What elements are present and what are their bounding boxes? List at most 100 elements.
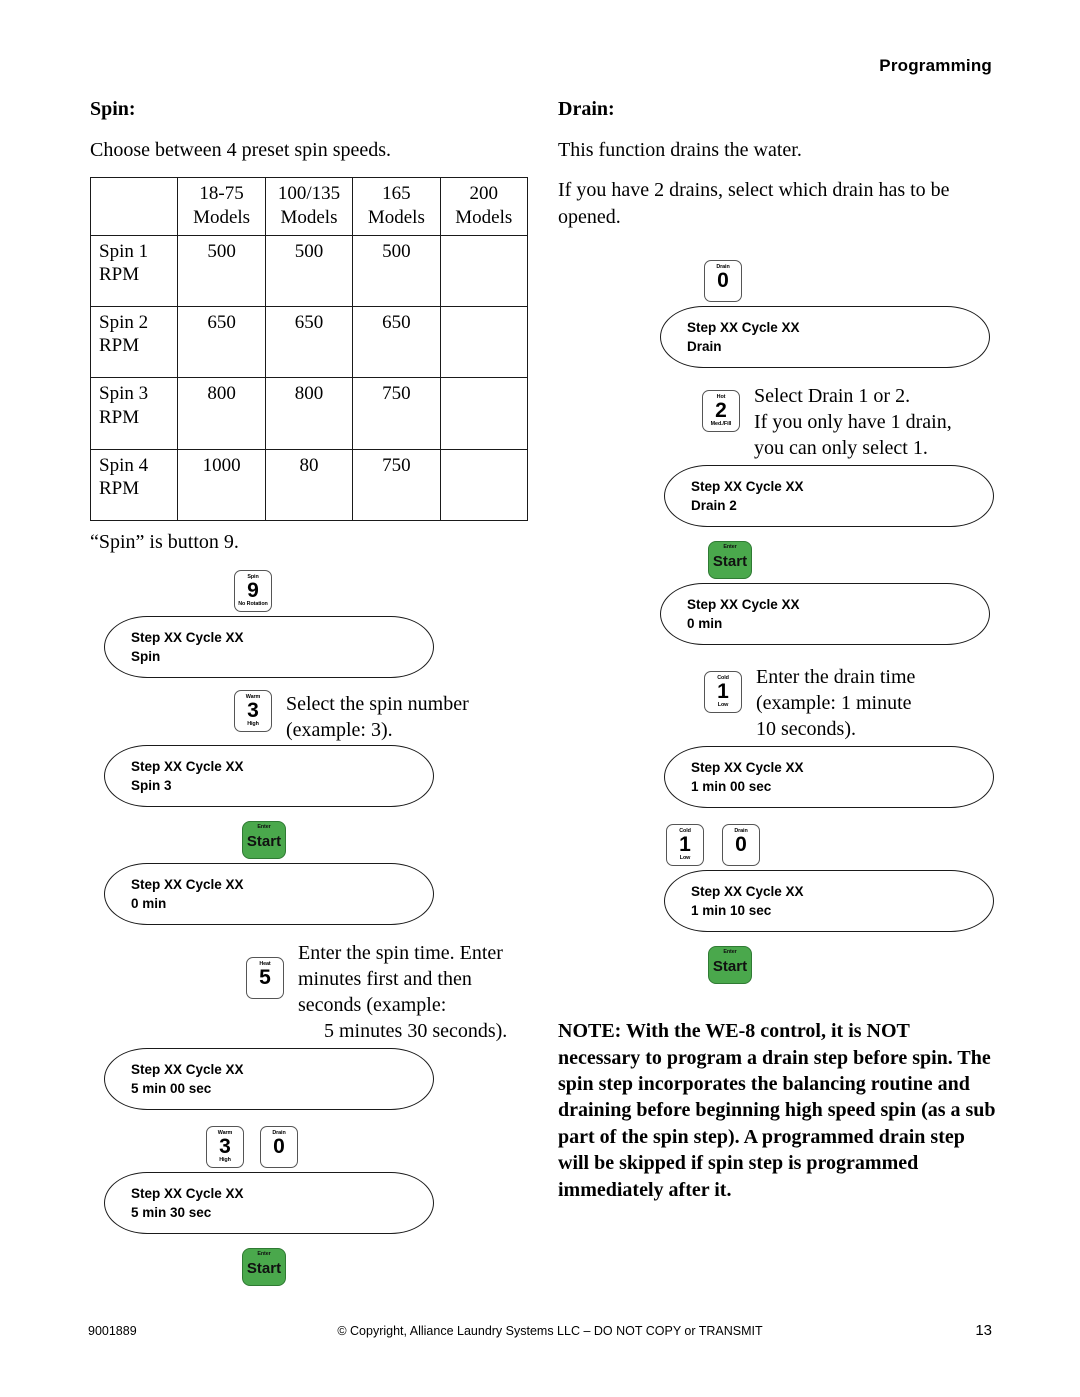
table-header-row: 18-75 Models 100/135 Models 165 Models 2…	[89, 177, 529, 236]
we8-note-text: NOTE: With the WE-8 control, it is NOT n…	[558, 1020, 996, 1201]
spin-speed-table: 18-75 Models 100/135 Models 165 Models 2…	[89, 177, 529, 522]
keypad-button-drain-0[interactable]: Drain 0	[704, 260, 742, 303]
key-number: 5	[259, 966, 271, 990]
display-line-2: Spin	[131, 649, 161, 665]
keypad-button-start-enter-drain[interactable]: Enter Start	[708, 541, 752, 580]
document-page: Programming Spin: Choose between 4 prese…	[0, 0, 1080, 1397]
cell-spin4-200	[439, 448, 529, 522]
display-line-1: Step XX Cycle XX	[131, 759, 244, 775]
keypad-button-warm-3[interactable]: Warm 3 High	[234, 690, 272, 733]
display-screen-spin: Step XX Cycle XX Spin	[104, 616, 434, 679]
key-number: 1	[717, 680, 729, 704]
cell-spin2-18-75: 650	[177, 306, 266, 379]
key-bottom-label: High	[219, 1157, 231, 1164]
drain-step-2-note: Select Drain 1 or 2. If you only have 1 …	[754, 382, 952, 461]
spin-step-4: Heat 5 Enter the spin time. Enter minute…	[246, 939, 528, 1044]
keypad-button-start-enter-drain-final[interactable]: Enter Start	[708, 946, 752, 985]
display-line-1: Step XX Cycle XX	[131, 630, 244, 646]
display-line-2: 1 min 10 sec	[691, 903, 772, 919]
key-bottom-label: High	[247, 721, 259, 728]
display-line-1: Step XX Cycle XX	[691, 760, 804, 776]
note-line-2: (example: 3).	[286, 719, 393, 742]
key-number: 2	[715, 399, 727, 423]
row-label-line-2: RPM	[99, 406, 140, 428]
footer-copyright: © Copyright, Alliance Laundry Systems LL…	[337, 1324, 763, 1338]
key-top-label: Enter	[257, 1250, 271, 1257]
keypad-button-start-enter[interactable]: Enter Start	[242, 821, 286, 860]
display-line-1: Step XX Cycle XX	[687, 320, 800, 336]
cell-spin4-100-135: 80	[264, 448, 354, 522]
cell-spin2-165: 650	[352, 306, 441, 379]
display-screen-1-min-00-sec: Step XX Cycle XX 1 min 00 sec	[664, 746, 994, 809]
note-line-1: Select the spin number	[286, 693, 469, 716]
keypad-button-drain-0-seconds-right[interactable]: Drain 0	[722, 824, 760, 867]
drain-intro-text-2: If you have 2 drains, select which drain…	[558, 179, 950, 228]
row-label-line-1: Spin 2	[99, 312, 149, 334]
drain-step-2: Hot 2 Med./Fill Select Drain 1 or 2. If …	[702, 382, 996, 461]
table-header-cell-18-75: 18-75 Models	[177, 177, 266, 236]
table-header-cell-200: 200 Models	[439, 177, 529, 236]
note-line-3: 10 seconds).	[756, 718, 856, 741]
key-top-label: Enter	[723, 543, 737, 550]
spin-step-6-key-wrap: Enter Start	[242, 1248, 528, 1287]
cell-spin4-18-75: 1000	[177, 448, 266, 522]
table-row: Spin 2 RPM 650 650 650	[89, 306, 529, 379]
key-number: 0	[735, 833, 747, 857]
key-top-label: Enter	[257, 823, 271, 830]
cell-spin4-165: 750	[352, 448, 441, 522]
footer-page-number: 13	[975, 1322, 992, 1339]
header-line-2: Models	[367, 206, 425, 228]
key-bottom-label: No Rotation	[238, 601, 268, 608]
keypad-button-cold-1[interactable]: Cold 1 Low	[704, 671, 742, 714]
display-screen-drain-2: Step XX Cycle XX Drain 2	[664, 465, 994, 528]
keypad-button-heat-5[interactable]: Heat 5	[246, 957, 284, 1000]
spin-section-title: Spin:	[90, 98, 136, 120]
key-number: 1	[679, 833, 691, 857]
cell-spin3-200	[439, 377, 529, 450]
keypad-button-spin-9[interactable]: Spin 9 No Rotation	[234, 570, 272, 613]
drain-section-title: Drain:	[558, 98, 615, 120]
keypad-button-cold-1-seconds[interactable]: Cold 1 Low	[666, 824, 704, 867]
display-line-1: Step XX Cycle XX	[131, 1062, 244, 1078]
cell-spin3-165: 750	[352, 377, 441, 450]
key-number: 0	[273, 1135, 285, 1159]
display-line-1: Step XX Cycle XX	[131, 1186, 244, 1202]
note-line-2: If you only have 1 drain,	[754, 411, 952, 434]
cell-spin3-18-75: 800	[177, 377, 266, 450]
row-label-line-2: RPM	[99, 263, 140, 285]
page-footer: 9001889 © Copyright, Alliance Laundry Sy…	[88, 1322, 992, 1339]
header-line-1: 200	[469, 183, 499, 205]
display-screen-drain-0-min: Step XX Cycle XX 0 min	[660, 583, 990, 646]
display-line-2: Drain 2	[691, 498, 737, 514]
display-line-1: Step XX Cycle XX	[131, 877, 244, 893]
display-screen-5-min-00-sec: Step XX Cycle XX 5 min 00 sec	[104, 1048, 434, 1111]
display-line-2: 5 min 00 sec	[131, 1081, 212, 1097]
drain-step-4-note: Enter the drain time (example: 1 minute …	[756, 663, 915, 742]
table-header-cell-100-135: 100/135 Models	[264, 177, 354, 236]
spin-step-3-key-wrap: Enter Start	[242, 821, 528, 860]
keypad-button-hot-2[interactable]: Hot 2 Med./Fill	[702, 390, 740, 433]
display-screen-0-min: Step XX Cycle XX 0 min	[104, 863, 434, 926]
display-line-1: Step XX Cycle XX	[691, 884, 804, 900]
row-label-spin-4: Spin 4 RPM	[89, 448, 179, 522]
note-line-3: you can only select 1.	[754, 437, 928, 460]
display-screen-1-min-10-sec: Step XX Cycle XX 1 min 10 sec	[664, 870, 994, 933]
row-label-line-1: Spin 3	[99, 383, 149, 405]
keypad-button-drain-0-seconds[interactable]: Drain 0	[260, 1126, 298, 1169]
row-label-spin-2: Spin 2 RPM	[89, 306, 179, 379]
display-line-2: 5 min 30 sec	[131, 1205, 212, 1221]
keypad-button-start-enter-final[interactable]: Enter Start	[242, 1248, 286, 1287]
keypad-button-warm-3-seconds[interactable]: Warm 3 High	[206, 1126, 244, 1169]
cell-spin1-100-135: 500	[264, 234, 354, 308]
note-line-4: 5 minutes 30 seconds).	[324, 1020, 508, 1043]
right-column: Drain: This function drains the water. I…	[556, 98, 996, 1203]
table-row: Spin 4 RPM 1000 80 750	[89, 448, 529, 522]
display-line-2: 0 min	[687, 616, 723, 632]
spin-step-2: Warm 3 High Select the spin number (exam…	[234, 690, 528, 743]
display-line-1: Step XX Cycle XX	[691, 479, 804, 495]
header-line-2: Models	[280, 206, 338, 228]
display-screen-5-min-30-sec: Step XX Cycle XX 5 min 30 sec	[104, 1172, 434, 1235]
spin-step-5: Warm 3 High Drain 0	[206, 1126, 528, 1169]
spin-intro-text: Choose between 4 preset spin speeds.	[90, 139, 392, 161]
drain-step-3-key-wrap: Enter Start	[708, 541, 996, 580]
